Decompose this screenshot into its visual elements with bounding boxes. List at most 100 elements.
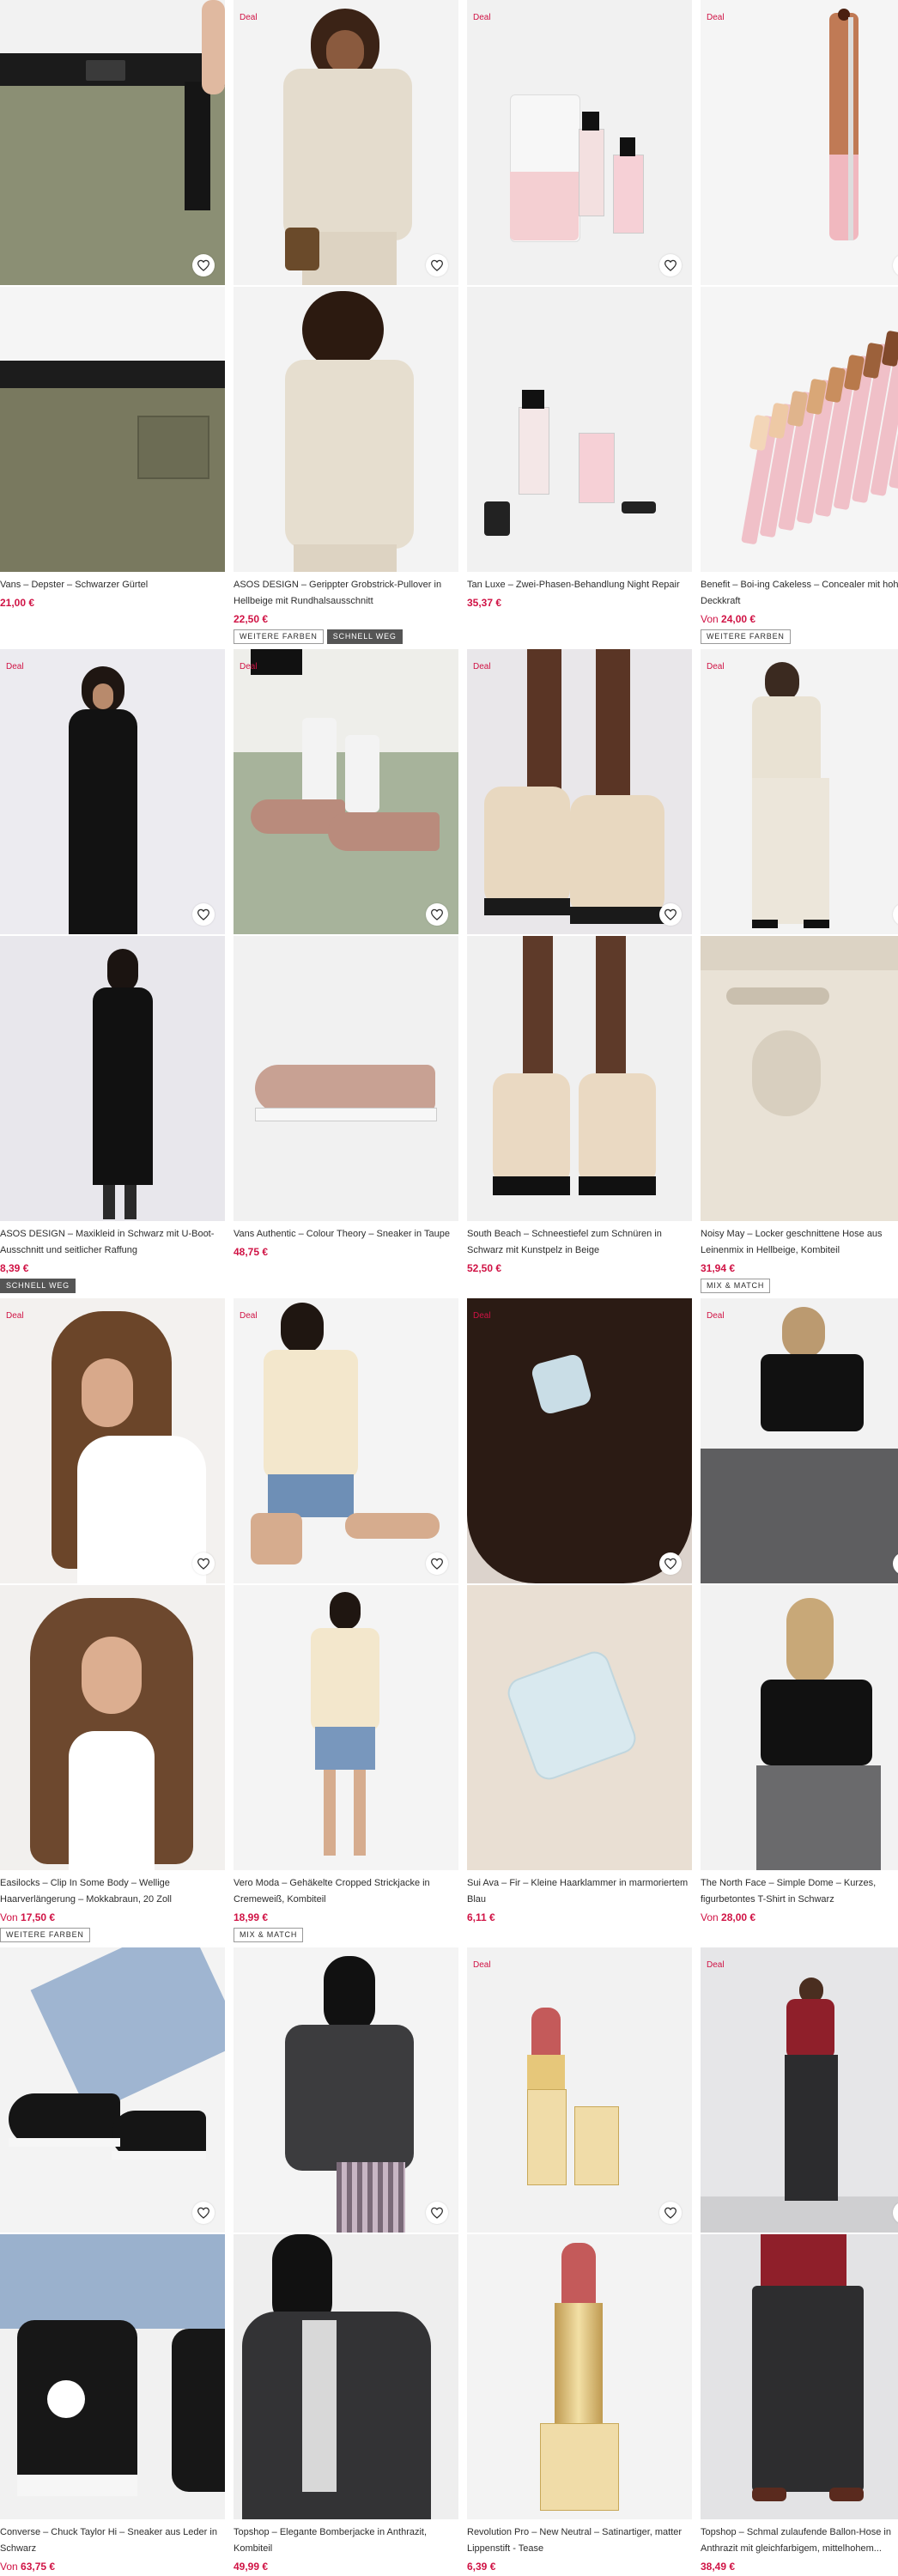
product-name[interactable]: Vans Authentic – Colour Theory – Sneaker… [234,1226,458,1242]
product-image-alt[interactable] [701,2234,898,2519]
product-image[interactable]: Deal [701,649,898,934]
product-image[interactable] [0,0,225,285]
product-price: 49,99 € [234,2560,458,2573]
product-name[interactable]: ASOS DESIGN – Maxikleid in Schwarz mit U… [0,1226,225,1259]
product-image[interactable]: Deal [0,1298,225,1583]
product-card[interactable]: Deal Easilocks – Clip In Some Body – Well… [0,1298,225,1947]
product-name[interactable]: South Beach – Schneestiefel zum Schnüren… [467,1226,692,1259]
product-name[interactable]: Sui Ava – Fir – Kleine Haarklammer in ma… [467,1875,692,1908]
product-name[interactable]: The North Face – Simple Dome – Kurzes, f… [701,1875,898,1908]
product-name[interactable]: Topshop – Elegante Bomberjacke in Anthra… [234,2524,458,2557]
product-image-alt[interactable] [0,1585,225,1870]
product-image-alt[interactable] [234,936,458,1221]
product-image[interactable]: Deal [234,1298,458,1583]
product-image-alt[interactable] [0,2234,225,2519]
product-info: Noisy May – Locker geschnittene Hose aus… [701,1226,898,1293]
product-info: Easilocks – Clip In Some Body – Wellige … [0,1875,225,1942]
product-price: 48,75 € [234,1245,458,1259]
product-info: Tan Luxe – Zwei-Phasen-Behandlung Night … [467,577,692,610]
product-info: ASOS DESIGN – Maxikleid in Schwarz mit U… [0,1226,225,1293]
product-image[interactable]: Deal [467,649,692,934]
product-name[interactable]: Noisy May – Locker geschnittene Hose aus… [701,1226,898,1259]
product-image-alt[interactable] [0,287,225,572]
heart-outline-icon[interactable] [426,2202,448,2224]
product-card[interactable]: Deal Vans Authentic – Colour Theory – Sne… [234,649,458,1297]
product-card[interactable]: Deal Tan Luxe – Zwei-Phasen-Behandlung Ni… [467,0,692,648]
product-badge: MIX & MATCH [701,1279,771,1293]
heart-outline-icon[interactable] [192,254,215,276]
product-image[interactable] [0,1947,225,2233]
product-info: Benefit – Boi-ing Cakeless – Concealer m… [701,577,898,644]
heart-outline-icon[interactable] [659,2202,682,2224]
heart-outline-icon[interactable] [192,1552,215,1575]
product-card[interactable]: Vans – Depster – Schwarzer Gürtel 21,00 € [0,0,225,648]
deal-label: Deal [707,13,725,22]
product-image[interactable]: Deal [701,0,898,285]
product-price: 52,50 € [467,1261,692,1275]
product-card[interactable]: Deal Topshop – Schmal zulaufende Ballon-H… [701,1947,898,2576]
product-image[interactable]: Deal [701,1947,898,2233]
deal-label: Deal [240,1311,258,1321]
product-card[interactable]: Deal Revolution Pro – New Neutral – Satin… [467,1947,692,2576]
product-image-alt[interactable] [467,287,692,572]
product-image-alt[interactable] [0,936,225,1221]
product-name[interactable]: Revolution Pro – New Neutral – Satinarti… [467,2524,692,2557]
product-image-alt[interactable] [701,287,898,572]
product-grid: Vans – Depster – Schwarzer Gürtel 21,00 €… [0,0,898,2576]
product-badges: WEITERE FARBEN SCHNELL WEG [234,629,458,644]
deal-label: Deal [473,13,491,22]
deal-label: Deal [240,13,258,22]
product-card[interactable]: Deal The North Face – Simple Dome – Kurze… [701,1298,898,1947]
heart-outline-icon[interactable] [426,254,448,276]
product-image-alt[interactable] [234,287,458,572]
product-name[interactable]: Vans – Depster – Schwarzer Gürtel [0,577,225,593]
deal-label: Deal [473,1311,491,1321]
product-name[interactable]: Converse – Chuck Taylor Hi – Sneaker aus… [0,2524,225,2557]
heart-outline-icon[interactable] [192,903,215,926]
heart-outline-icon[interactable] [659,903,682,926]
product-image-alt[interactable] [234,2234,458,2519]
product-badge: WEITERE FARBEN [701,629,791,644]
product-price: Von 28,00 € [701,1911,898,1924]
product-card[interactable]: Topshop – Elegante Bomberjacke in Anthra… [234,1947,458,2576]
heart-outline-icon[interactable] [426,903,448,926]
product-name[interactable]: Vero Moda – Gehäkelte Cropped Strickjack… [234,1875,458,1908]
product-name[interactable]: Tan Luxe – Zwei-Phasen-Behandlung Night … [467,577,692,593]
product-image[interactable]: Deal [467,1298,692,1583]
product-card[interactable]: Deal Noisy May – Locker geschnittene Hose… [701,649,898,1297]
product-image-alt[interactable] [701,936,898,1221]
price-value: 28,00 € [721,1911,756,1923]
product-image[interactable]: Deal [0,649,225,934]
product-image[interactable]: Deal [234,649,458,934]
product-image-alt[interactable] [701,1585,898,1870]
product-image-alt[interactable] [467,936,692,1221]
heart-outline-icon[interactable] [426,1552,448,1575]
product-card[interactable]: Deal Vero Moda – Gehäkelte Cropped Strick… [234,1298,458,1947]
heart-outline-icon[interactable] [192,2202,215,2224]
product-card[interactable]: Converse – Chuck Taylor Hi – Sneaker aus… [0,1947,225,2576]
product-card[interactable]: Deal Sui Ava – Fir – Kleine Haarklammer i… [467,1298,692,1947]
product-image-alt[interactable] [467,1585,692,1870]
product-image[interactable]: Deal [467,0,692,285]
product-name[interactable]: Easilocks – Clip In Some Body – Wellige … [0,1875,225,1908]
price-from-label: Von [701,1911,719,1923]
product-image-alt[interactable] [467,2234,692,2519]
product-card[interactable]: Deal ASOS DESIGN – Gerippter Grobstrick-P… [234,0,458,648]
product-info: Sui Ava – Fir – Kleine Haarklammer in ma… [467,1875,692,1924]
product-name[interactable]: Topshop – Schmal zulaufende Ballon-Hose … [701,2524,898,2557]
product-image[interactable]: Deal [234,0,458,285]
product-name[interactable]: ASOS DESIGN – Gerippter Grobstrick-Pullo… [234,577,458,610]
product-image[interactable]: Deal [701,1298,898,1583]
product-card[interactable]: Deal Benefit – Boi-ing Cakeless – Conceal… [701,0,898,648]
product-image[interactable]: Deal [467,1947,692,2233]
product-card[interactable]: Deal ASOS DESIGN – Maxikleid in Schwarz m… [0,649,225,1297]
heart-outline-icon[interactable] [659,254,682,276]
product-image[interactable] [234,1947,458,2233]
heart-outline-icon[interactable] [659,1552,682,1575]
product-image-alt[interactable] [234,1585,458,1870]
product-badges: MIX & MATCH [234,1928,458,1942]
product-name[interactable]: Benefit – Boi-ing Cakeless – Concealer m… [701,577,898,610]
price-from-label: Von [0,2561,18,2573]
product-card[interactable]: Deal South Beach – Schneestiefel zum Schn… [467,649,692,1297]
deal-label: Deal [6,1311,24,1321]
